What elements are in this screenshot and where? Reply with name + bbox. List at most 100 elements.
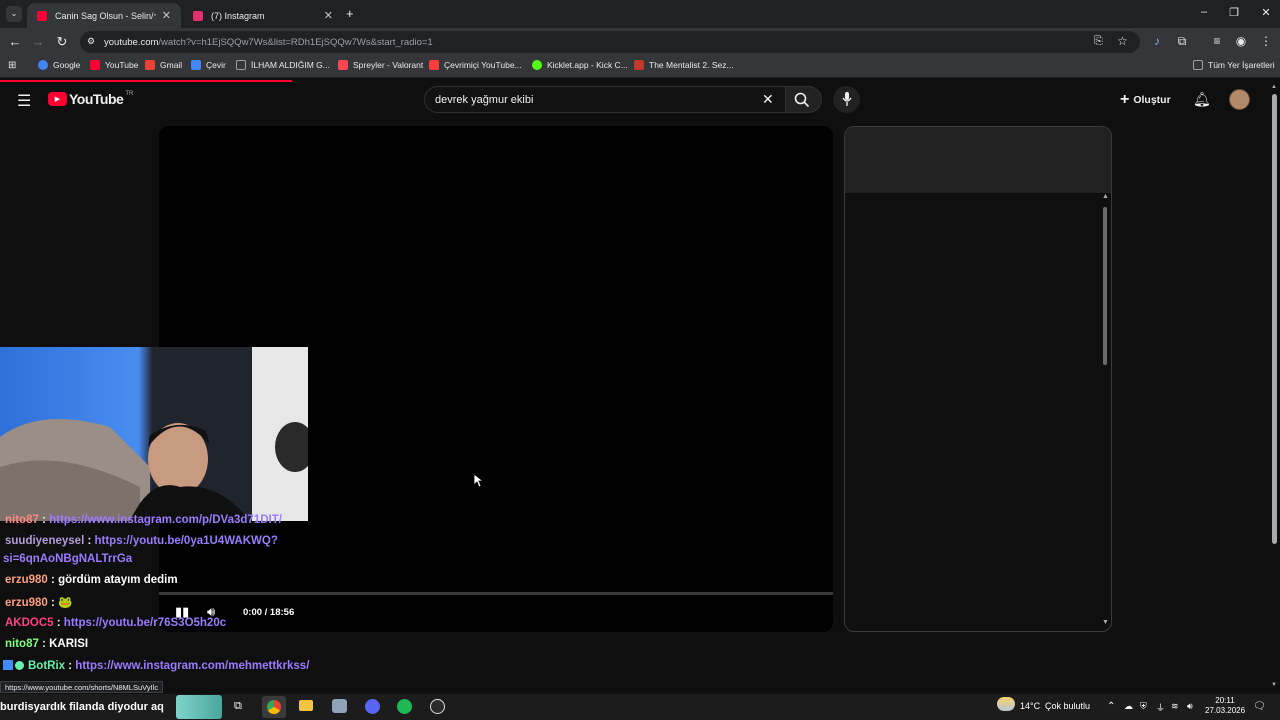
reload-icon[interactable]: ↻: [53, 34, 71, 50]
page-scrollbar[interactable]: [1272, 94, 1277, 544]
bookmark-mentalist[interactable]: The Mentalist 2. Sez...: [634, 60, 734, 70]
security-icon[interactable]: ⛨: [1140, 701, 1147, 712]
chat-username: erzu980: [5, 574, 48, 586]
tray-overflow-icon[interactable]: ⌃: [1107, 701, 1115, 712]
bookmark-folder[interactable]: İLHAM ALDIĞIM G...: [236, 60, 330, 70]
gmail-icon: [145, 60, 155, 70]
bookmark-valorant[interactable]: Spreyler - Valorant: [338, 60, 423, 70]
youtube-wordmark: YouTube: [69, 91, 124, 107]
youtube-logo[interactable]: ▶ YouTube TR: [48, 91, 133, 107]
bookmark-label: Spreyler - Valorant: [353, 60, 424, 70]
apps-icon[interactable]: ⊞: [8, 60, 16, 71]
bookmarks-bar: ⊞ Google YouTube Gmail Çevir İLHAM ALDIĞ…: [0, 56, 1280, 78]
plus-icon: +: [1120, 91, 1130, 108]
create-button[interactable]: + Oluştur: [1120, 91, 1171, 109]
bookmark-youtube[interactable]: YouTube: [90, 60, 138, 70]
chat-link[interactable]: si=6qnAoNBgNALTrrGa: [3, 553, 132, 565]
close-tab-icon[interactable]: ✕: [324, 9, 333, 22]
chat-link[interactable]: https://www.instagram.com/p/DVa3d71DIT/: [49, 514, 282, 526]
hamburger-menu-icon[interactable]: ☰: [17, 91, 31, 111]
chat-message-continuation: si=6qnAoNBgNALTrrGa: [3, 553, 132, 565]
close-tab-icon[interactable]: ✕: [162, 9, 171, 22]
scroll-down-icon[interactable]: ▼: [1102, 619, 1109, 626]
player-progress-track[interactable]: [159, 592, 833, 595]
all-bookmarks[interactable]: Tüm Yer İşaretleri: [1193, 60, 1275, 70]
chat-message: nito87 : https://www.instagram.com/p/DVa…: [5, 514, 282, 526]
clock[interactable]: 20:11 27.03.2026: [1205, 696, 1245, 716]
spotify-icon[interactable]: [397, 699, 412, 714]
bookmark-online-youtube[interactable]: Çevrimiçi YouTube...: [429, 60, 522, 70]
profile-icon[interactable]: ◉: [1232, 34, 1250, 48]
extensions-icon[interactable]: ⧉: [1173, 34, 1191, 49]
file-explorer-icon[interactable]: [299, 700, 313, 711]
notification-center-icon[interactable]: 🗨: [1253, 701, 1266, 712]
chat-separator: :: [38, 514, 50, 526]
address-bar[interactable]: ⚙ youtube.com/watch?v=h1EjSQQw7Ws&list=R…: [80, 31, 1140, 53]
clock-date: 27.03.2026: [1205, 706, 1246, 715]
chat-text: gördüm atayım dedim: [58, 574, 178, 586]
audio-playing-icon[interactable]: ♪: [1148, 34, 1166, 48]
chat-separator: :: [47, 597, 59, 609]
site-info-icon[interactable]: ⚙: [87, 36, 95, 47]
install-app-icon[interactable]: ⎘: [1094, 35, 1103, 48]
app-taskbar-icon[interactable]: [332, 699, 347, 713]
back-icon[interactable]: ←: [6, 34, 24, 49]
avatar[interactable]: [1229, 89, 1250, 110]
chat-username: nito87: [5, 514, 39, 526]
chat-message: suudiyeneysel : https://youtu.be/0ya1U4W…: [5, 535, 278, 547]
bookmark-gmail[interactable]: Gmail: [145, 60, 182, 70]
menu-icon[interactable]: ⋮: [1257, 34, 1275, 48]
playlist-scrollbar[interactable]: [1103, 207, 1107, 365]
notifications-bell-icon[interactable]: 🔔︎: [1193, 91, 1211, 108]
webcam-overlay: [0, 347, 308, 521]
tab-search-button[interactable]: ⌄: [6, 6, 22, 22]
obs-icon[interactable]: [430, 699, 445, 714]
scroll-up-icon[interactable]: ▲: [1102, 193, 1109, 200]
tab-youtube[interactable]: Canin Sag Olsun - Selin/セリン ( ✕: [27, 3, 181, 28]
search-button[interactable]: [786, 86, 822, 113]
chat-link[interactable]: https://youtu.be/0ya1U4WAKWQ?: [95, 535, 278, 547]
chrome-logo-icon: [267, 700, 281, 714]
page-scroll-down-icon[interactable]: ▼: [1271, 682, 1277, 688]
chat-message: erzu980 : gördüm atayım dedim: [5, 574, 178, 586]
chat-separator: :: [65, 660, 76, 672]
weather-temp[interactable]: 14°C: [1020, 701, 1040, 711]
close-window-icon[interactable]: ✕: [1256, 6, 1276, 19]
task-view-icon[interactable]: ⧉: [234, 700, 242, 713]
status-url: https://www.youtube.com/shorts/N8MLSuVyI…: [5, 683, 159, 692]
clear-search-icon[interactable]: ✕: [762, 91, 774, 108]
chat-link[interactable]: https://youtu.be/r76S3O5h20c: [64, 617, 226, 629]
tab-instagram[interactable]: (7) Instagram ✕: [183, 3, 343, 28]
bookmark-label: Google: [53, 60, 81, 70]
chat-link[interactable]: https://www.instagram.com/mehmettkrkss/: [75, 660, 309, 672]
voice-search-button[interactable]: [833, 86, 860, 113]
youtube-favicon-icon: [37, 10, 47, 21]
chat-message: AKDOC5 : https://youtu.be/r76S3O5h20c: [5, 617, 226, 629]
chat-message: BotRix : https://www.instagram.com/mehme…: [3, 660, 309, 672]
stream-ticker: burdisyardık filanda diyodur aq: [0, 701, 164, 713]
bookmark-kicklet[interactable]: Kicklet.app - Kick C...: [532, 60, 628, 70]
network-icon[interactable]: ☁: [1124, 701, 1133, 712]
new-tab-button[interactable]: +: [346, 6, 354, 21]
wifi-icon[interactable]: ≋: [1171, 701, 1179, 712]
forward-icon[interactable]: →: [29, 34, 47, 49]
page-scroll-up-icon[interactable]: ▲: [1271, 84, 1277, 90]
bookmark-translate[interactable]: Çevir: [191, 60, 226, 70]
url-host: youtube.com: [104, 36, 159, 48]
chat-separator: :: [53, 617, 64, 629]
media-controls-icon[interactable]: ≡: [1208, 34, 1226, 48]
search-input[interactable]: devrek yağmur ekibi ✕: [424, 86, 786, 113]
ticker-text: burdisyardık filanda diyodur aq: [0, 701, 164, 713]
speaker-icon[interactable]: 🔊︎: [1187, 701, 1193, 712]
bookmark-label: İLHAM ALDIĞIM G...: [251, 60, 330, 70]
bookmark-google[interactable]: Google: [38, 60, 80, 70]
restore-icon[interactable]: ❐: [1224, 6, 1244, 19]
weather-desc[interactable]: Çok bulutlu: [1045, 701, 1090, 711]
chrome-taskbar-icon[interactable]: [262, 696, 286, 718]
minimize-icon[interactable]: –: [1194, 6, 1214, 18]
bookmark-star-icon[interactable]: ☆: [1117, 34, 1128, 48]
usb-icon[interactable]: ⏚: [1156, 701, 1165, 714]
bookmark-label: YouTube: [105, 60, 139, 70]
discord-icon[interactable]: [365, 699, 380, 714]
chat-text: KARISI: [49, 638, 89, 650]
